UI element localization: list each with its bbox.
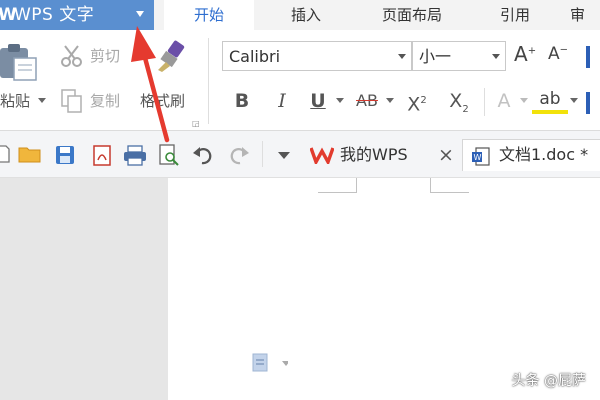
chevron-down-icon	[398, 54, 406, 59]
document-options-icon[interactable]	[252, 352, 288, 374]
font-family-value: Calibri	[229, 47, 281, 66]
underline-button[interactable]: U	[304, 88, 332, 114]
divider	[484, 88, 485, 116]
text-effect-dropdown-icon[interactable]	[520, 98, 528, 103]
scissors-icon	[61, 45, 82, 67]
text-effect-button[interactable]: A	[490, 88, 518, 114]
clipboard-icon	[0, 44, 37, 81]
save-icon[interactable]	[54, 144, 76, 166]
highlight-label: ab	[539, 89, 561, 109]
tab-page-layout[interactable]: 页面布局	[354, 0, 470, 30]
open-folder-icon[interactable]	[18, 145, 42, 163]
new-document-icon[interactable]	[0, 145, 10, 163]
grow-font-button[interactable]: A+	[514, 42, 542, 70]
annotation-arrow	[131, 26, 170, 143]
paste-dropdown-icon[interactable]	[38, 98, 46, 103]
print-preview-icon[interactable]	[158, 143, 180, 167]
tab-review-label: 审	[570, 6, 586, 24]
copy-button[interactable]	[60, 88, 84, 114]
text-effect-label: A	[497, 90, 511, 112]
tab-document1[interactable]: W 文档1.doc *	[462, 139, 600, 171]
font-size-select[interactable]: 小一	[412, 41, 506, 71]
bold-label: B	[234, 90, 250, 112]
chevron-down-icon[interactable]	[136, 11, 144, 17]
underline-label: U	[310, 90, 326, 112]
tab-my-wps[interactable]: 我的WPS ×	[304, 139, 462, 171]
font-color-button[interactable]	[584, 88, 600, 116]
quick-access-toolbar: 我的WPS × W 文档1.doc *	[0, 131, 600, 178]
tab-document1-label: 文档1.doc *	[499, 145, 589, 164]
superscript-button[interactable]: X2	[400, 88, 434, 116]
highlight-button[interactable]: ab	[532, 88, 568, 114]
copy-label: 复制	[90, 92, 121, 110]
cut-button[interactable]	[60, 44, 84, 68]
ribbon: 粘贴 剪切 复制 格式刷 ◲ Calibri 小一 A+ A− B I U AB…	[0, 30, 600, 131]
svg-text:W: W	[474, 153, 482, 162]
customize-toolbar-icon[interactable]	[278, 152, 290, 159]
paste-label: 粘贴	[0, 92, 31, 110]
tab-insert[interactable]: 插入	[258, 0, 354, 30]
divider	[208, 38, 209, 124]
paste-button[interactable]	[0, 42, 38, 82]
italic-label: I	[278, 90, 286, 112]
font-color-icon	[586, 46, 590, 68]
tab-home-label: 开始	[193, 6, 224, 24]
shrink-font-label: A	[548, 44, 560, 64]
tab-my-wps-label: 我的WPS	[340, 145, 408, 164]
underline-dropdown-icon[interactable]	[336, 98, 344, 103]
subscript-label: X	[449, 90, 463, 112]
italic-button[interactable]: I	[268, 88, 296, 114]
tab-page-layout-label: 页面布局	[381, 6, 442, 24]
margin-marker-right	[430, 178, 469, 193]
subscript-button[interactable]: X2	[442, 88, 476, 115]
tab-review[interactable]: 审	[562, 0, 600, 30]
cut-label: 剪切	[90, 47, 121, 65]
bold-button[interactable]: B	[228, 88, 256, 114]
strikethrough-dropdown-icon[interactable]	[386, 98, 394, 103]
word-document-icon: W	[472, 147, 490, 166]
grow-font-label: A	[514, 42, 528, 66]
shrink-font-button[interactable]: A−	[548, 44, 574, 70]
superscript-label: X	[407, 93, 421, 116]
undo-icon[interactable]	[192, 145, 216, 165]
menu-bar: W WPS 文字 开始 插入 页面布局 引用 审	[0, 0, 600, 30]
tab-references[interactable]: 引用	[470, 0, 560, 30]
redo-icon[interactable]	[226, 145, 250, 165]
chevron-down-icon	[492, 54, 500, 59]
divider	[262, 141, 263, 167]
strikethrough-button[interactable]: AB	[350, 88, 384, 114]
copy-icon	[61, 89, 82, 113]
export-pdf-icon[interactable]	[90, 144, 114, 166]
print-icon[interactable]	[122, 144, 148, 166]
highlight-dropdown-icon[interactable]	[570, 98, 578, 103]
tab-insert-label: 插入	[290, 6, 321, 24]
margin-marker-left	[318, 178, 357, 193]
font-color-icon	[586, 92, 590, 114]
close-icon[interactable]: ×	[438, 139, 454, 171]
wps-logo-icon	[310, 147, 334, 164]
font-size-value: 小一	[419, 47, 452, 66]
change-case-button[interactable]	[580, 42, 600, 72]
tab-references-label: 引用	[499, 6, 530, 24]
watermark: 头条 @屁萨	[511, 373, 586, 389]
app-name: WPS 文字	[14, 5, 95, 25]
strikethrough-label: AB	[356, 91, 378, 110]
font-family-select[interactable]: Calibri	[222, 41, 412, 71]
document-page[interactable]	[168, 178, 600, 400]
dialog-launcher-icon[interactable]: ◲	[192, 120, 200, 128]
